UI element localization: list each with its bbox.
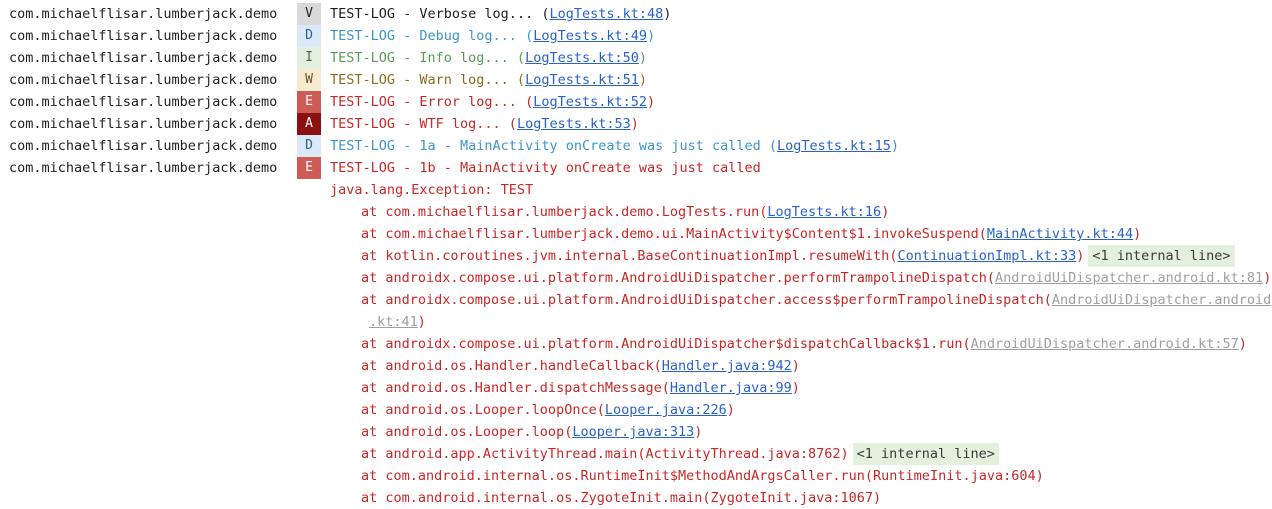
log-package-name: com.michaelflisar.lumberjack.demo bbox=[9, 138, 278, 154]
stack-trace-line: at com.android.internal.os.ZygoteInit.ma… bbox=[361, 490, 882, 506]
stack-source-link[interactable]: AndroidUiDispatcher.android.kt:81 bbox=[995, 270, 1263, 286]
stack-trace-continuation: .kt:41) bbox=[369, 314, 426, 330]
stack-trace-line: at androidx.compose.ui.platform.AndroidU… bbox=[361, 336, 1247, 352]
stack-source-link[interactable]: Looper.java:226 bbox=[605, 402, 727, 418]
log-message: TEST-LOG - 1a - MainActivity onCreate wa… bbox=[330, 138, 899, 154]
stack-source-link[interactable]: AndroidUiDispatcher.android.kt:57 bbox=[971, 336, 1239, 352]
stack-source-link[interactable]: Looper.java:313 bbox=[572, 424, 694, 440]
stack-trace-line: at com.michaelflisar.lumberjack.demo.ui.… bbox=[361, 226, 1142, 242]
log-level-badge: D bbox=[297, 135, 321, 157]
log-level-badge: E bbox=[297, 91, 321, 113]
log-message: TEST-LOG - Verbose log... (LogTests.kt:4… bbox=[330, 6, 672, 22]
log-message: TEST-LOG - WTF log... (LogTests.kt:53) bbox=[330, 116, 639, 132]
stack-source-link[interactable]: Handler.java:942 bbox=[662, 358, 792, 374]
log-package-name: com.michaelflisar.lumberjack.demo bbox=[9, 94, 278, 110]
log-message: TEST-LOG - Info log... (LogTests.kt:50) bbox=[330, 50, 648, 66]
log-package-name: com.michaelflisar.lumberjack.demo bbox=[9, 116, 278, 132]
log-package-name: com.michaelflisar.lumberjack.demo bbox=[9, 28, 278, 44]
stack-trace-line: at androidx.compose.ui.platform.AndroidU… bbox=[361, 270, 1272, 286]
log-level-badge: W bbox=[297, 69, 321, 91]
stack-source-link[interactable]: Handler.java:99 bbox=[670, 380, 792, 396]
source-link[interactable]: LogTests.kt:51 bbox=[525, 72, 639, 88]
log-level-badge: E bbox=[297, 157, 321, 179]
exception-header: java.lang.Exception: TEST bbox=[330, 182, 534, 198]
log-message: TEST-LOG - 1b - MainActivity onCreate wa… bbox=[330, 160, 761, 176]
source-link[interactable]: LogTests.kt:15 bbox=[777, 138, 891, 154]
log-package-name: com.michaelflisar.lumberjack.demo bbox=[9, 160, 278, 176]
stack-source-link[interactable]: .kt:41 bbox=[369, 314, 418, 330]
stack-trace-line: at com.android.internal.os.RuntimeInit$M… bbox=[361, 468, 1044, 484]
log-package-name: com.michaelflisar.lumberjack.demo bbox=[9, 72, 278, 88]
log-level-badge: D bbox=[297, 25, 321, 47]
stack-trace-line: at kotlin.coroutines.jvm.internal.BaseCo… bbox=[361, 245, 1235, 267]
log-message: TEST-LOG - Error log... (LogTests.kt:52) bbox=[330, 94, 656, 110]
stack-trace-line: at android.os.Looper.loopOnce(Looper.jav… bbox=[361, 402, 735, 418]
log-message: TEST-LOG - Warn log... (LogTests.kt:51) bbox=[330, 72, 648, 88]
stack-source-link[interactable]: AndroidUiDispatcher.android bbox=[1052, 292, 1271, 308]
log-level-badge: I bbox=[297, 47, 321, 69]
stack-source-link[interactable]: MainActivity.kt:44 bbox=[987, 226, 1133, 242]
stack-trace-line: at android.os.Handler.dispatchMessage(Ha… bbox=[361, 380, 800, 396]
source-link[interactable]: LogTests.kt:53 bbox=[517, 116, 631, 132]
internal-lines-fold[interactable]: <1 internal line> bbox=[852, 443, 999, 465]
internal-lines-fold[interactable]: <1 internal line> bbox=[1088, 245, 1235, 267]
stack-trace-line: at com.michaelflisar.lumberjack.demo.Log… bbox=[361, 204, 890, 220]
stack-source-link[interactable]: LogTests.kt:16 bbox=[767, 204, 881, 220]
source-link[interactable]: LogTests.kt:49 bbox=[533, 28, 647, 44]
stack-trace-line: at android.os.Handler.handleCallback(Han… bbox=[361, 358, 800, 374]
log-message: TEST-LOG - Debug log... (LogTests.kt:49) bbox=[330, 28, 656, 44]
stack-trace-line: at android.app.ActivityThread.main(Activ… bbox=[361, 443, 999, 465]
source-link[interactable]: LogTests.kt:48 bbox=[549, 6, 663, 22]
log-level-badge: V bbox=[297, 3, 321, 25]
stack-trace-line: at android.os.Looper.loop(Looper.java:31… bbox=[361, 424, 703, 440]
log-package-name: com.michaelflisar.lumberjack.demo bbox=[9, 6, 278, 22]
log-package-name: com.michaelflisar.lumberjack.demo bbox=[9, 50, 278, 66]
log-level-badge: A bbox=[297, 113, 321, 135]
source-link[interactable]: LogTests.kt:50 bbox=[525, 50, 639, 66]
source-link[interactable]: LogTests.kt:52 bbox=[533, 94, 647, 110]
stack-trace-line: at androidx.compose.ui.platform.AndroidU… bbox=[361, 292, 1272, 308]
stack-source-link[interactable]: ContinuationImpl.kt:33 bbox=[897, 248, 1076, 264]
